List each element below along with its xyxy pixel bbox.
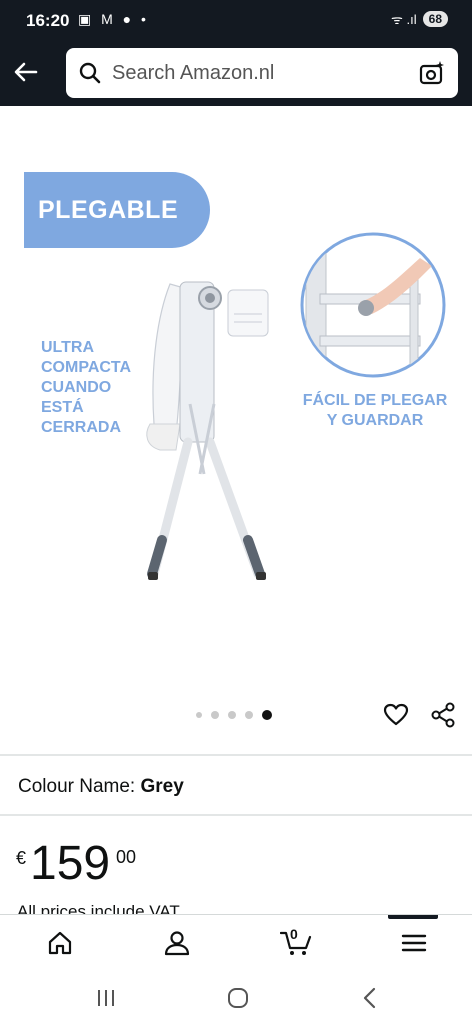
- search-icon: [79, 62, 101, 84]
- carousel-dot[interactable]: [228, 711, 236, 719]
- system-navigation: [0, 970, 472, 1024]
- battery-icon: 68: [422, 11, 448, 27]
- cart-count: 0: [290, 926, 298, 942]
- notification-icons: ▣ M ● •: [78, 11, 149, 27]
- bottom-nav: 0: [0, 914, 472, 971]
- folding-detail-image: [300, 232, 446, 378]
- plegable-banner: PLEGABLE: [24, 172, 210, 248]
- recent-apps-icon[interactable]: [94, 986, 118, 1010]
- search-bar[interactable]: [66, 48, 458, 98]
- divider: [0, 814, 472, 816]
- home-circle-icon[interactable]: [226, 986, 250, 1010]
- nav-active-indicator: [388, 915, 438, 919]
- share-icon[interactable]: [430, 702, 456, 728]
- back-arrow-icon[interactable]: [12, 58, 40, 86]
- product-image-carousel[interactable]: PLEGABLE ULTRA COMPACTA CUANDO ESTÁ CERR…: [0, 106, 472, 746]
- price-currency: €: [16, 848, 27, 868]
- account-icon[interactable]: [163, 929, 191, 957]
- search-input[interactable]: [112, 58, 402, 88]
- carousel-dot[interactable]: [211, 711, 219, 719]
- colour-value: Grey: [140, 776, 184, 797]
- heart-icon[interactable]: [383, 702, 409, 728]
- app-header: [0, 42, 472, 106]
- carousel-dot[interactable]: [245, 711, 253, 719]
- menu-icon[interactable]: [400, 929, 428, 957]
- price-fraction: 00: [116, 847, 137, 867]
- system-back-icon[interactable]: [358, 986, 382, 1010]
- status-bar: 16:20 ▣ M ● • ᯤ .ıl 68: [0, 0, 472, 42]
- carousel-dots[interactable]: [196, 710, 272, 720]
- high-chair-image: [146, 281, 269, 580]
- colour-selector: Colour Name: Grey: [18, 776, 184, 798]
- colour-label: Colour Name:: [18, 776, 136, 797]
- camera-search-icon[interactable]: [418, 59, 446, 87]
- status-right: ᯤ .ıl 68: [391, 10, 448, 28]
- price-whole: 159: [30, 837, 111, 890]
- signal-icon: ᯤ .ıl: [391, 12, 417, 27]
- fold-caption: FÁCIL DE PLEGAR Y GUARDAR: [302, 392, 448, 429]
- status-time: 16:20: [26, 11, 70, 30]
- cart-button[interactable]: 0: [279, 926, 312, 957]
- carousel-dot-active[interactable]: [262, 710, 272, 720]
- home-icon[interactable]: [46, 929, 74, 957]
- carousel-dot[interactable]: [196, 712, 202, 718]
- divider: [0, 754, 472, 756]
